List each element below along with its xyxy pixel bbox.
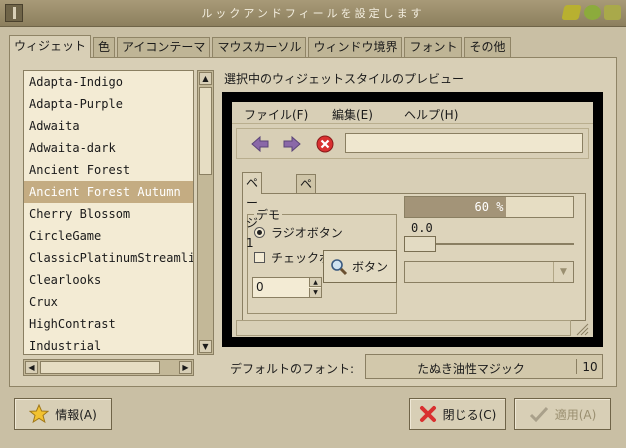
tab-page2[interactable]: ページ2 (296, 174, 317, 245)
about-button-label: 情報(A) (55, 407, 97, 422)
default-font-label: デフォルトのフォント: (230, 362, 355, 376)
preview-menubar: ファイル(F) 編集(E) ヘルプ(H) (232, 102, 593, 124)
list-item[interactable]: Ancient Forest (24, 159, 193, 181)
progress-text: 60 % (474, 200, 504, 214)
apply-button[interactable]: 適用(A) (514, 398, 611, 430)
preview-toolbar (236, 128, 589, 159)
tab-mouse-cursor[interactable]: マウスカーソル (212, 37, 307, 58)
close-button-label: 閉じる(C) (442, 407, 497, 422)
address-input[interactable] (345, 133, 583, 153)
lxappearance-window: ルックアンドフィールを設定します ウィジェット 色 アイコンテーマ マウスカーソ… (0, 0, 626, 448)
widget-tab-panel: Adapta-Indigo Adapta-Purple Adwaita Adwa… (9, 57, 617, 387)
menu-edit[interactable]: 編集(E) (332, 106, 373, 123)
scroll-down-icon[interactable]: ▼ (199, 340, 212, 353)
star-icon (29, 404, 50, 424)
scroll-up-icon[interactable]: ▲ (199, 72, 212, 85)
minimize-icon[interactable] (561, 5, 582, 20)
demo-spin-button[interactable]: 0 ▲ ▼ (252, 277, 322, 298)
font-size: 10 (582, 360, 598, 374)
font-name: たぬき油性マジック (417, 362, 525, 376)
scroll-left-icon[interactable]: ◀ (25, 361, 38, 374)
font-chooser-button[interactable]: たぬき油性マジック 10 (365, 354, 603, 379)
menu-help[interactable]: ヘルプ(H) (404, 106, 458, 123)
theme-list-vertical-scrollbar[interactable]: ▲ ▼ (197, 70, 214, 355)
demo-radio-button[interactable]: ラジオボタン (254, 224, 343, 241)
spin-value: 0 (256, 280, 264, 294)
magnifier-icon (331, 258, 348, 275)
radio-label: ラジオボタン (271, 226, 343, 240)
tab-window-border[interactable]: ウィンドウ境界 (308, 37, 403, 58)
spin-down-icon[interactable]: ▼ (309, 288, 321, 297)
scale-slider-handle[interactable] (404, 236, 436, 252)
menu-file[interactable]: ファイル(F) (244, 106, 308, 123)
list-item-selected[interactable]: Ancient Forest Autumn (24, 181, 193, 203)
preview-page: デモ ラジオボタン チェックボタン 0 ▲ ▼ ボタン 60 % 0.0 ▼ (242, 193, 586, 321)
tab-other[interactable]: その他 (464, 37, 511, 58)
widget-preview: ファイル(F) 編集(E) ヘルプ(H) ページ1 ペ デモ ラジオボタン チェ… (222, 92, 603, 347)
scale-value: 0.0 (411, 221, 433, 235)
status-field (236, 320, 571, 336)
list-item[interactable]: ClassicPlatinumStreamlined (24, 247, 193, 269)
title-bar[interactable]: ルックアンドフィールを設定します (0, 0, 626, 27)
maximize-icon[interactable] (584, 5, 601, 20)
tab-page1[interactable]: ページ1 (242, 172, 263, 250)
list-item[interactable]: Adapta-Indigo (24, 71, 193, 93)
demo-progress-bar: 60 % (404, 196, 574, 218)
demo-combo-box[interactable]: ▼ (404, 261, 574, 283)
scroll-right-icon[interactable]: ▶ (179, 361, 192, 374)
forward-arrow-icon[interactable] (283, 135, 301, 153)
tab-icon-theme[interactable]: アイコンテーマ (117, 37, 211, 58)
tab-color[interactable]: 色 (93, 37, 116, 58)
stop-icon[interactable] (316, 135, 334, 153)
resize-grip-icon[interactable] (575, 322, 589, 336)
about-button[interactable]: 情報(A) (14, 398, 112, 430)
tab-font[interactable]: フォント (404, 37, 463, 58)
font-separator (576, 359, 577, 374)
list-item[interactable]: Adwaita-dark (24, 137, 193, 159)
preview-window: ファイル(F) 編集(E) ヘルプ(H) ページ1 ペ デモ ラジオボタン チェ… (232, 102, 593, 337)
window-title: ルックアンドフィールを設定します (201, 7, 425, 20)
settings-tabs: ウィジェット 色 アイコンテーマ マウスカーソル ウィンドウ境界 フォント その… (9, 35, 513, 58)
list-item[interactable]: CircleGame (24, 225, 193, 247)
list-item[interactable]: Crux (24, 291, 193, 313)
close-x-icon (419, 406, 436, 422)
scrollbar-thumb[interactable] (40, 361, 160, 374)
demo-button[interactable]: ボタン (323, 250, 397, 283)
list-item[interactable]: Adwaita (24, 115, 193, 137)
demo-button-label: ボタン (352, 260, 389, 274)
scrollbar-thumb[interactable] (199, 87, 212, 175)
list-item[interactable]: Industrial (24, 335, 193, 354)
apply-check-icon (529, 406, 548, 423)
demo-frame-label: デモ (254, 206, 283, 223)
spin-up-icon[interactable]: ▲ (309, 278, 321, 287)
close-window-icon[interactable] (604, 5, 621, 20)
close-button[interactable]: 閉じる(C) (409, 398, 506, 430)
list-item[interactable]: Clearlooks (24, 269, 193, 291)
checkbox-unchecked-icon[interactable] (254, 252, 265, 263)
tab-widget[interactable]: ウィジェット (9, 35, 92, 58)
list-item[interactable]: Adapta-Purple (24, 93, 193, 115)
back-arrow-icon[interactable] (251, 135, 269, 153)
preview-statusbar (236, 320, 589, 336)
apply-button-label: 適用(A) (554, 407, 597, 422)
list-item[interactable]: Cherry Blossom (24, 203, 193, 225)
list-item[interactable]: HighContrast (24, 313, 193, 335)
preview-label: 選択中のウィジェットスタイルのプレビュー (224, 72, 465, 86)
theme-list-horizontal-scrollbar[interactable]: ◀ ▶ (23, 359, 194, 376)
chevron-down-icon[interactable]: ▼ (553, 262, 573, 282)
theme-list[interactable]: Adapta-Indigo Adapta-Purple Adwaita Adwa… (23, 70, 194, 355)
